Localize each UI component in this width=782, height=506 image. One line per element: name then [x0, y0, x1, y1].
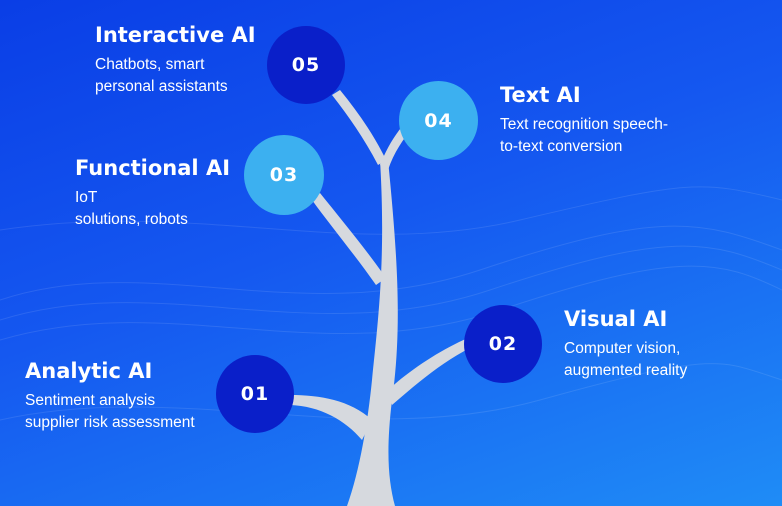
item-description: Chatbots, smart personal assistants [95, 56, 228, 95]
item-title: Text AI [500, 83, 581, 107]
node-02: 02 [464, 305, 542, 383]
node-01-number: 01 [240, 383, 270, 405]
item-description: IoT solutions, robots [75, 189, 188, 228]
item-title: Functional AI [75, 156, 231, 180]
node-04-number: 04 [424, 109, 453, 132]
item-visual-ai: Visual AI Computer vision, augmented rea… [564, 306, 764, 382]
item-title: Interactive AI [95, 23, 256, 47]
item-title: Analytic AI [25, 359, 153, 383]
node-05: 05 [267, 26, 345, 104]
item-analytic-ai: Analytic AI Sentiment analysis supplier … [25, 358, 215, 434]
node-03: 03 [244, 135, 324, 215]
item-title: Visual AI [564, 307, 668, 331]
item-description: Text recognition speech- to-text convers… [500, 116, 669, 155]
node-02-number: 02 [488, 333, 518, 355]
node-05-number: 05 [291, 54, 321, 76]
item-description: Computer vision, augmented reality [564, 340, 688, 379]
item-text-ai: Text AI Text recognition speech- to-text… [500, 82, 720, 158]
item-interactive-ai: Interactive AI Chatbots, smart personal … [95, 22, 270, 98]
node-03-number: 03 [269, 164, 299, 186]
item-functional-ai: Functional AI IoT solutions, robots [75, 155, 245, 231]
node-04: 04 [399, 81, 478, 160]
item-description: Sentiment analysis supplier risk assessm… [25, 392, 195, 431]
node-01: 01 [216, 355, 294, 433]
